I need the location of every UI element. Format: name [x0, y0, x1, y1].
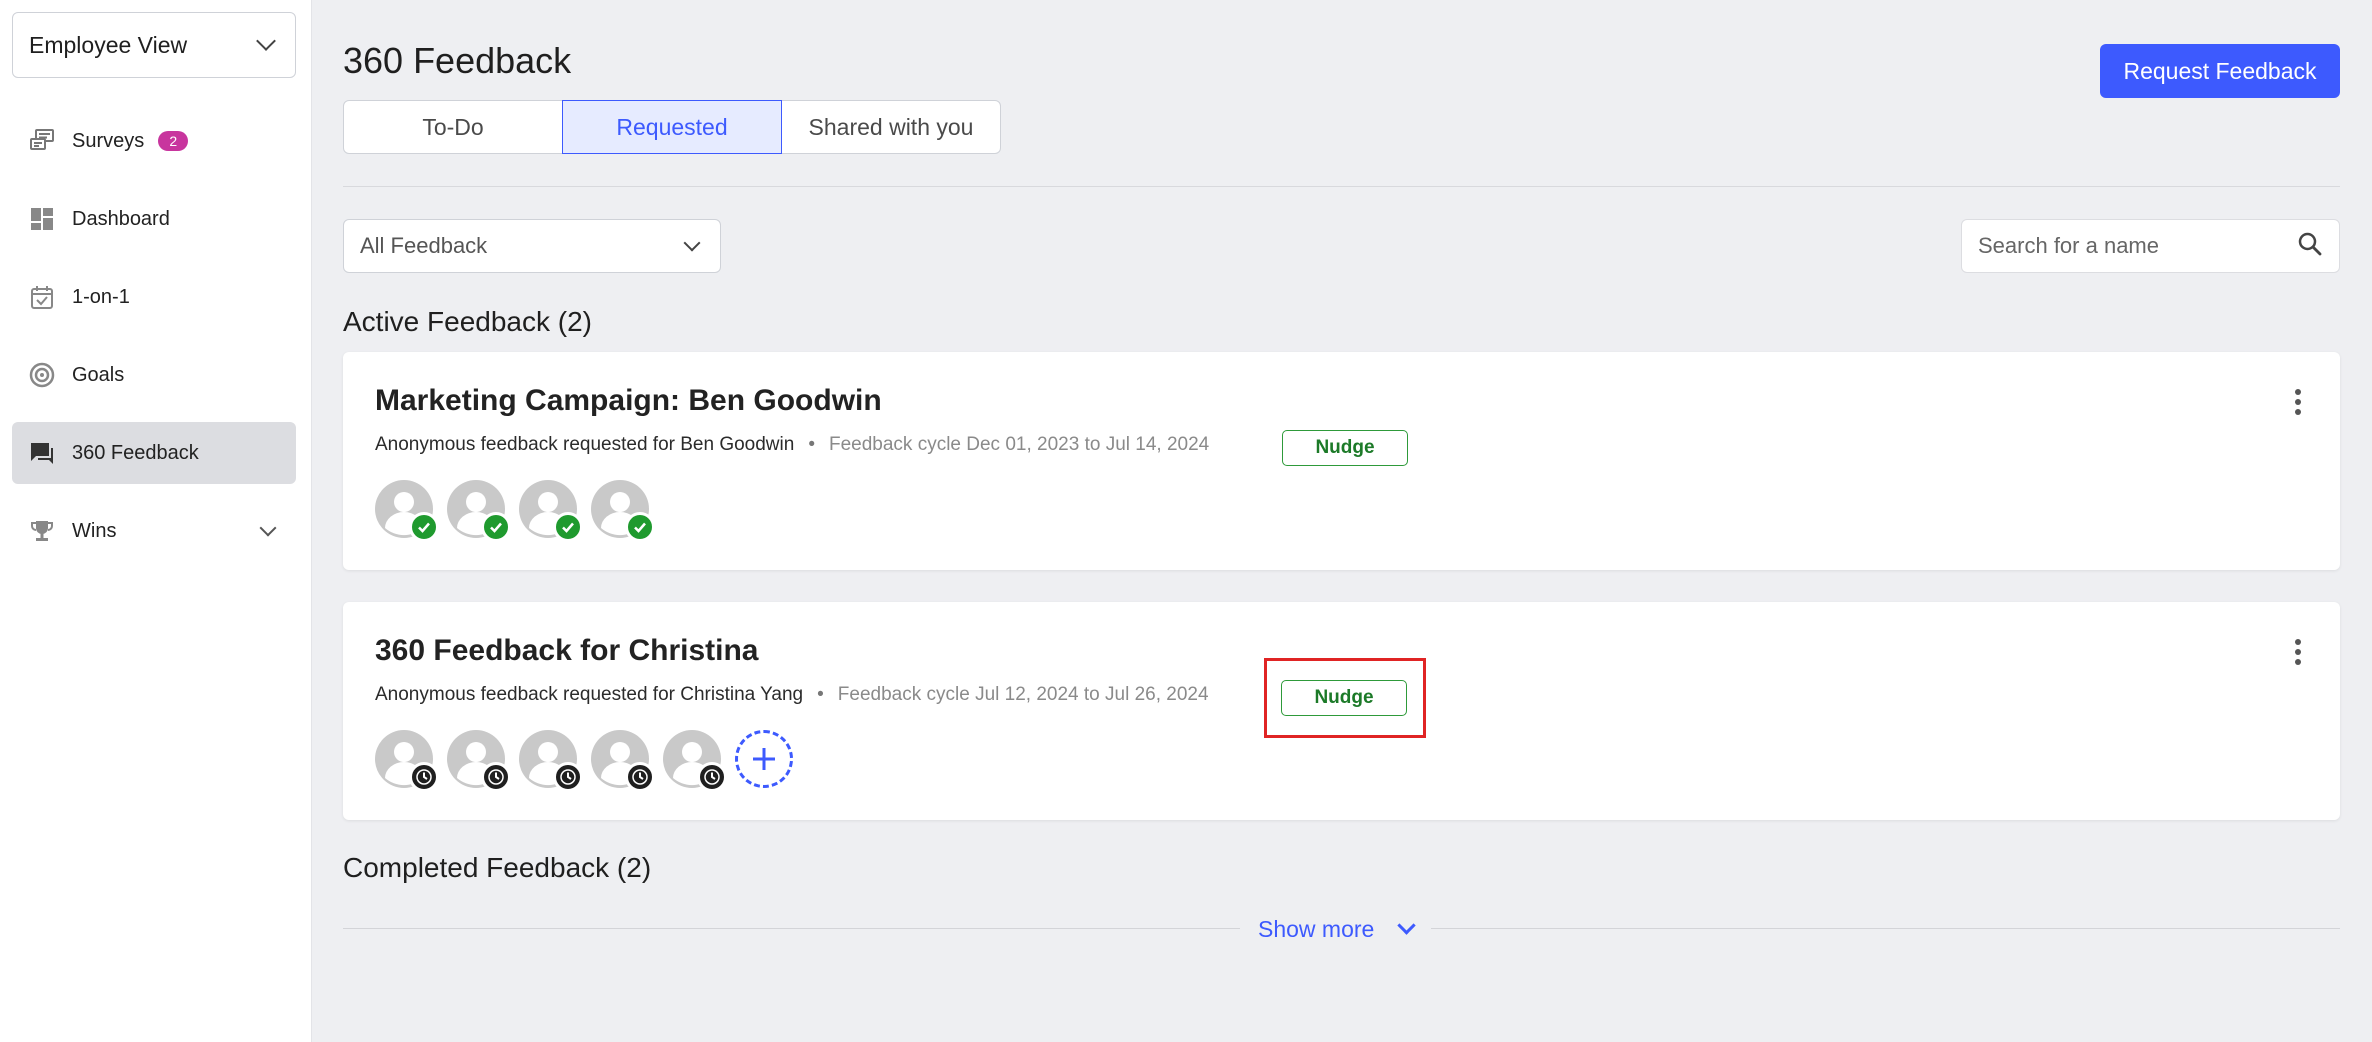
- feedback-card-meta: Anonymous feedback requested for Ben Goo…: [375, 434, 1209, 456]
- page-title: 360 Feedback: [343, 40, 572, 81]
- sidebar-item-dashboard[interactable]: Dashboard: [12, 188, 296, 250]
- sidebar-item-wins[interactable]: Wins: [12, 500, 296, 562]
- feedback-cycle-text: Feedback cycle Jul 12, 2024 to Jul 26, 2…: [837, 684, 1209, 705]
- reviewer-avatars: [375, 730, 793, 792]
- pending-clock-icon: [553, 762, 583, 792]
- avatar[interactable]: [519, 730, 583, 792]
- show-more-label: Show more: [1258, 915, 1375, 942]
- feedback-card-title: Marketing Campaign: Ben Goodwin: [375, 384, 882, 417]
- completed-check-icon: [481, 512, 511, 542]
- feedback-card: Marketing Campaign: Ben Goodwin Anonymou…: [343, 352, 2340, 570]
- avatar[interactable]: [591, 480, 655, 542]
- more-options-icon[interactable]: [2288, 636, 2308, 668]
- pending-clock-icon: [697, 762, 727, 792]
- view-selector[interactable]: Employee View: [12, 12, 296, 78]
- dashboard-icon: [28, 205, 56, 233]
- chevron-down-icon[interactable]: [259, 519, 277, 537]
- meta-separator: •: [808, 434, 815, 455]
- sidebar-item-360-feedback[interactable]: 360 Feedback: [12, 422, 296, 484]
- avatar[interactable]: [447, 730, 511, 792]
- header-divider: [343, 186, 2340, 187]
- nudge-button[interactable]: Nudge: [1282, 430, 1408, 466]
- request-feedback-button[interactable]: Request Feedback: [2100, 44, 2340, 98]
- sidebar-item-goals[interactable]: Goals: [12, 344, 296, 406]
- chevron-down-icon: [683, 234, 701, 252]
- tab-shared-with-you[interactable]: Shared with you: [781, 100, 1001, 154]
- view-selector-label: Employee View: [29, 31, 188, 58]
- completed-feedback-heading: Completed Feedback (2): [343, 852, 652, 883]
- sidebar-item-label: 360 Feedback: [72, 441, 199, 464]
- sidebar-item-surveys[interactable]: Surveys 2: [12, 110, 296, 172]
- avatar[interactable]: [591, 730, 655, 792]
- sidebar-item-label: Goals: [72, 363, 125, 386]
- sidebar-item-label: Wins: [72, 519, 117, 542]
- pending-clock-icon: [625, 762, 655, 792]
- search-input[interactable]: [1978, 233, 2278, 259]
- sidebar-item-label: Dashboard: [72, 207, 170, 230]
- avatar[interactable]: [375, 480, 439, 542]
- calendar-check-icon: [28, 283, 56, 311]
- tab-to-do[interactable]: To-Do: [343, 100, 563, 154]
- feedback-request-text: Anonymous feedback requested for Christi…: [375, 684, 804, 705]
- meta-separator: •: [817, 684, 824, 705]
- sidebar-item-label: 1-on-1: [72, 285, 130, 308]
- chevron-down-icon: [1397, 915, 1417, 935]
- feedback-request-text: Anonymous feedback requested for Ben Goo…: [375, 434, 795, 455]
- more-options-icon[interactable]: [2288, 386, 2308, 418]
- feedback-card-title: 360 Feedback for Christina: [375, 634, 759, 667]
- plus-icon: [753, 748, 775, 770]
- feedback-card-meta: Anonymous feedback requested for Christi…: [375, 684, 1209, 706]
- feedback-cycle-text: Feedback cycle Dec 01, 2023 to Jul 14, 2…: [828, 434, 1210, 455]
- show-more-button[interactable]: Show more: [1240, 909, 1432, 949]
- pending-clock-icon: [481, 762, 511, 792]
- avatar[interactable]: [447, 480, 511, 542]
- feedback-filter-select[interactable]: All Feedback: [343, 219, 721, 273]
- target-icon: [28, 361, 56, 389]
- avatar[interactable]: [375, 730, 439, 792]
- highlight-annotation: [1264, 658, 1426, 738]
- search-icon[interactable]: [2297, 231, 2323, 262]
- completed-check-icon: [553, 512, 583, 542]
- sidebar: Employee View Surveys 2 Dashboard 1-on-1: [0, 0, 312, 1042]
- active-feedback-heading: Active Feedback (2): [343, 306, 592, 337]
- survey-icon: [28, 127, 56, 155]
- surveys-count-badge: 2: [158, 131, 189, 151]
- feedback-tabs: To-Do Requested Shared with you: [343, 100, 1001, 154]
- completed-check-icon: [625, 512, 655, 542]
- trophy-icon: [28, 517, 56, 545]
- search-box: [1961, 219, 2340, 273]
- avatar[interactable]: [519, 480, 583, 542]
- chevron-down-icon: [256, 31, 276, 51]
- sidebar-item-label: Surveys: [72, 129, 145, 152]
- filter-selected-value: All Feedback: [360, 233, 488, 258]
- chat-icon: [28, 439, 56, 467]
- completed-check-icon: [409, 512, 439, 542]
- pending-clock-icon: [409, 762, 439, 792]
- tab-requested[interactable]: Requested: [562, 100, 782, 154]
- add-reviewer-button[interactable]: [735, 730, 793, 788]
- sidebar-nav: Surveys 2 Dashboard 1-on-1 Goals 360 Fee…: [12, 110, 296, 578]
- avatar[interactable]: [663, 730, 727, 792]
- sidebar-item-1on1[interactable]: 1-on-1: [12, 266, 296, 328]
- reviewer-avatars: [375, 480, 663, 542]
